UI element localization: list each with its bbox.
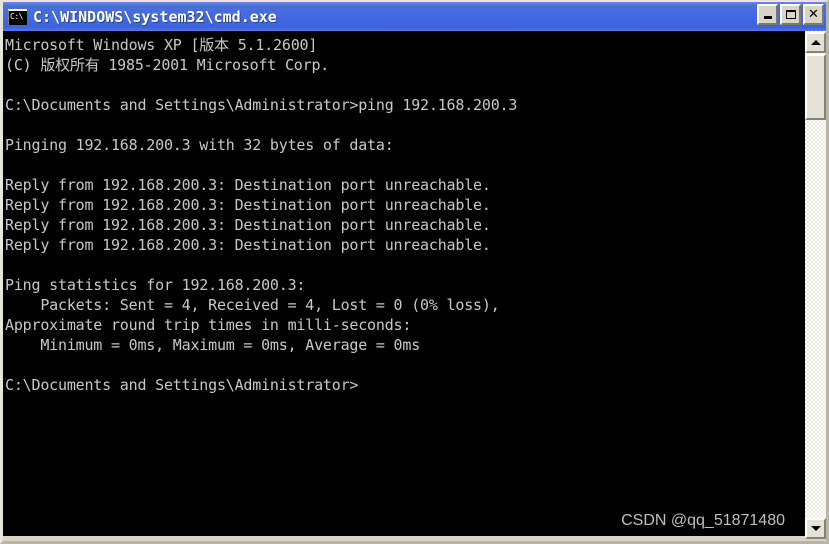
maximize-button[interactable] [780,4,801,25]
close-button[interactable]: ✕ [803,4,824,25]
minimize-icon [763,16,772,19]
cmd-console-icon: C:\ [8,8,27,25]
chevron-up-icon [810,40,821,45]
console-line-stats: Minimum = 0ms, Maximum = 0ms, Average = … [5,336,421,354]
scrollbar-up-button[interactable] [805,32,826,53]
cmd-console-icon-label: C:\ [10,11,23,21]
console-line-prompt: C:\Documents and Settings\Administrator> [5,376,359,394]
console-line-command: C:\Documents and Settings\Administrator>… [5,96,518,114]
chevron-down-icon [810,526,821,531]
console-line-reply: Reply from 192.168.200.3: Destination po… [5,176,491,194]
maximize-icon [785,10,796,19]
console-line: (C) 版权所有 1985-2001 Microsoft Corp. [5,56,330,74]
console-output-area[interactable]: Microsoft Windows XP [版本 5.1.2600] (C) 版… [3,31,805,536]
console-line-stats: Ping statistics for 192.168.200.3: [5,276,306,294]
cmd-window: C:\ C:\WINDOWS\system32\cmd.exe ✕ Micros… [0,0,829,544]
window-titlebar[interactable]: C:\ C:\WINDOWS\system32\cmd.exe ✕ [3,2,826,31]
console-text-block: Microsoft Windows XP [版本 5.1.2600] (C) 版… [5,35,805,395]
watermark-text: CSDN @qq_51871480 [621,512,785,529]
console-line: Pinging 192.168.200.3 with 32 bytes of d… [5,136,394,154]
vertical-scrollbar[interactable] [805,31,826,539]
window-controls: ✕ [757,4,824,25]
scrollbar-down-button[interactable] [805,518,826,539]
console-line-stats: Approximate round trip times in milli-se… [5,316,412,334]
console-line-reply: Reply from 192.168.200.3: Destination po… [5,236,491,254]
minimize-button[interactable] [757,4,778,25]
scrollbar-thumb[interactable] [805,54,826,120]
console-line-reply: Reply from 192.168.200.3: Destination po… [5,216,491,234]
console-line-reply: Reply from 192.168.200.3: Destination po… [5,196,491,214]
console-line: Microsoft Windows XP [版本 5.1.2600] [5,36,318,54]
window-title: C:\WINDOWS\system32\cmd.exe [33,7,277,26]
console-line-stats: Packets: Sent = 4, Received = 4, Lost = … [5,296,500,314]
close-icon: ✕ [808,7,819,22]
